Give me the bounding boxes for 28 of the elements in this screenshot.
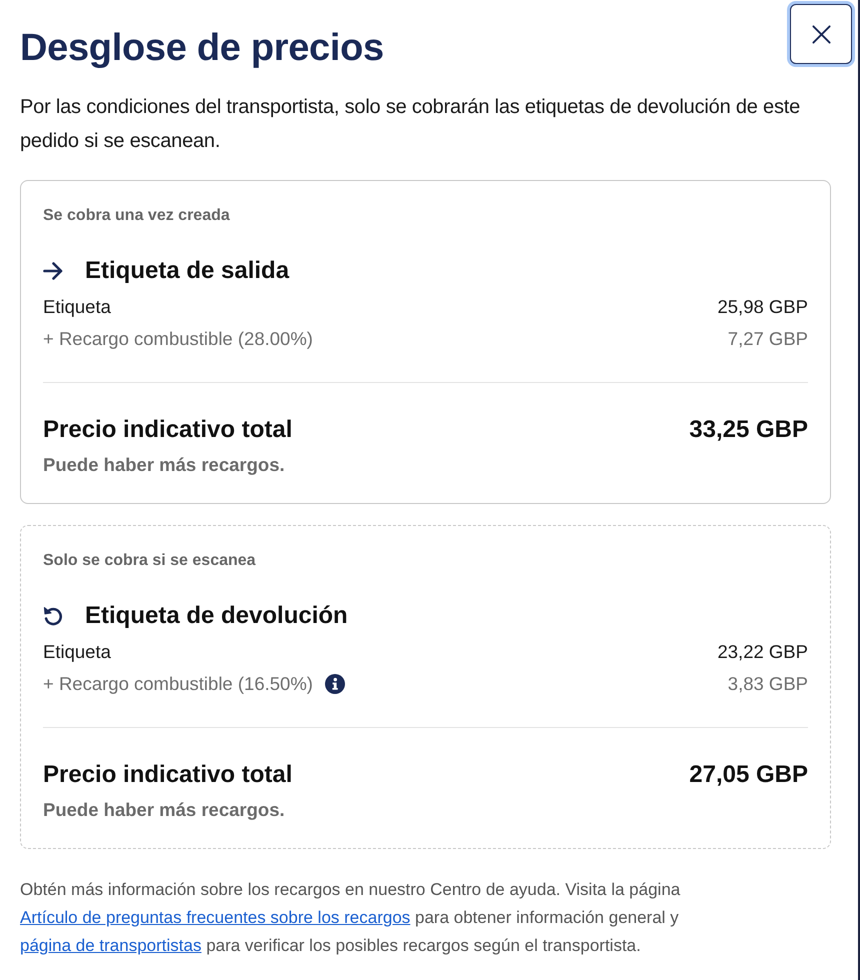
rotate-left-icon — [43, 606, 63, 626]
help-link[interactable]: página de transportistas — [20, 936, 202, 955]
help-link[interactable]: Artículo de preguntas frecuentes sobre los recargos — [20, 908, 410, 927]
total-amount: 33,25 GBP — [689, 416, 808, 444]
surcharge-note: Puede haber más recargos. — [43, 798, 286, 822]
charge-amount: 7,27 GBP — [728, 328, 808, 350]
total-label: Precio indicativo total — [43, 761, 292, 789]
info-icon[interactable] — [324, 674, 345, 694]
charge-label: + Recargo combustible (16.50%) — [43, 673, 313, 695]
charge-amount: 23,22 GBP — [717, 641, 808, 663]
surcharge-note: Puede haber más recargos. — [43, 453, 286, 477]
close-button[interactable] — [790, 4, 852, 64]
card-heading: Etiqueta de salida — [85, 256, 290, 286]
charge-amount: 3,83 GBP — [728, 673, 808, 695]
card-caption: Solo se cobra si se escanea — [43, 551, 257, 571]
charge-amount: 25,98 GBP — [717, 296, 808, 318]
card-caption: Se cobra una vez creada — [43, 206, 231, 226]
total-label: Precio indicativo total — [43, 416, 292, 444]
charge-label: Etiqueta — [43, 641, 111, 663]
dialog-title: Desglose de precios — [20, 26, 384, 70]
close-icon — [812, 24, 830, 44]
arrow-right-icon — [43, 262, 63, 280]
card-heading: Etiqueta de devolución — [85, 601, 348, 631]
total-amount: 27,05 GBP — [689, 761, 808, 789]
charge-label: + Recargo combustible (28.00%) — [43, 328, 313, 350]
intro-text: Por las condiciones del transportista, solo se cobrarán las etiquetas de devolución de este pedido si se escanean. — [20, 95, 802, 154]
charge-label: Etiqueta — [43, 296, 111, 318]
help-text: Obtén más información sobre los recargos en nuestro Centro de ayuda. Visita la página Artículo de preguntas frecuentes sobre los recargos para obtener información general y página de transportistas para verificar los posibles recargos según el transportista. — [20, 879, 682, 957]
